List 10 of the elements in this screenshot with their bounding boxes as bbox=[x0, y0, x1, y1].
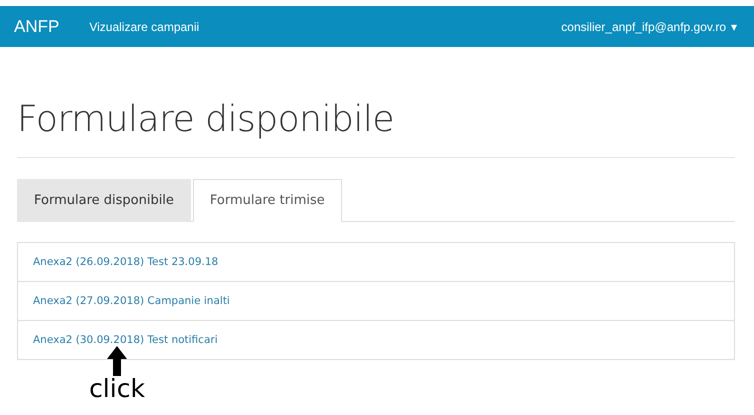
tab[interactable]: Formulare disponibile bbox=[17, 179, 191, 222]
user-menu[interactable]: consilier_anpf_ifp@anfp.gov.ro ▾ bbox=[561, 20, 737, 34]
form-link[interactable]: Anexa2 (27.09.2018) Campanie inalti bbox=[18, 281, 734, 320]
annotation-label: click bbox=[89, 376, 145, 401]
arrow-icon bbox=[107, 346, 127, 376]
nav-link[interactable]: Vizualizare campanii bbox=[89, 20, 200, 34]
tab[interactable]: Formulare trimise bbox=[192, 179, 342, 222]
form-link[interactable]: Anexa2 (26.09.2018) Test 23.09.18 bbox=[18, 243, 734, 281]
page-title: Formulare disponibile bbox=[17, 99, 735, 158]
brand-link[interactable]: ANFP bbox=[14, 16, 60, 36]
